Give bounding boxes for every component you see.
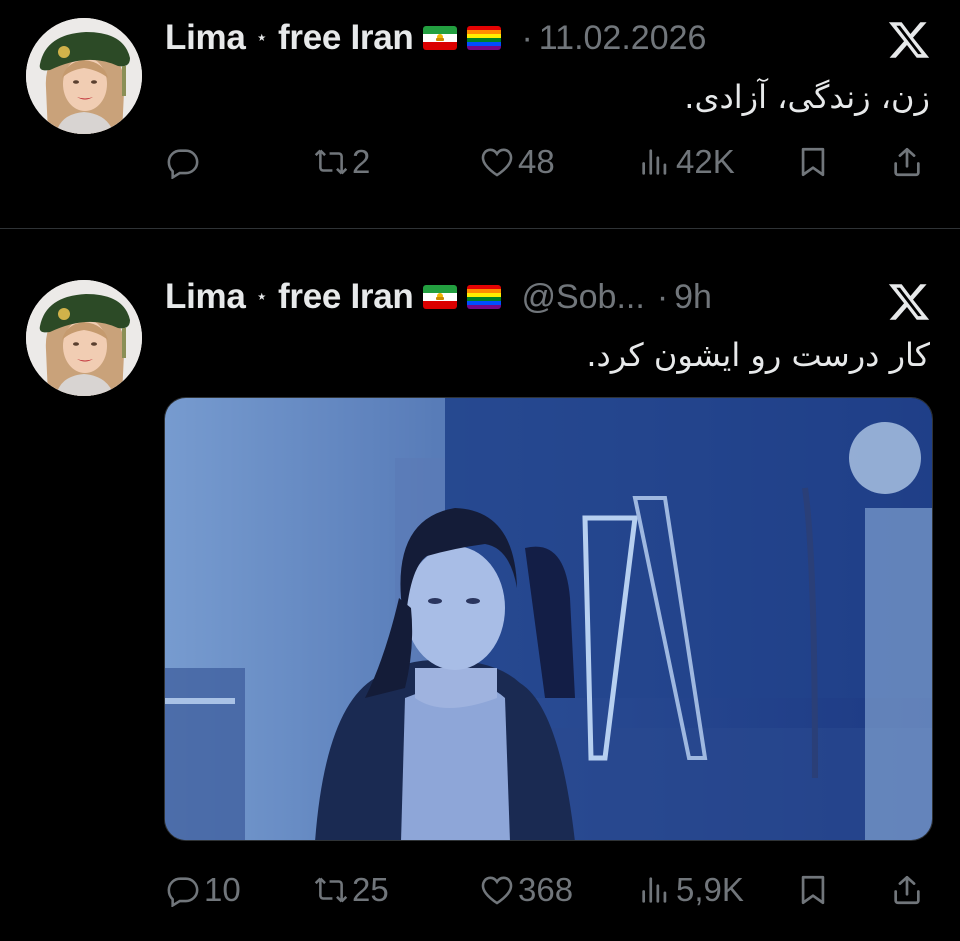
tweet-actions: 10 25 368 5,9K <box>160 866 935 914</box>
tweet-header: Lima ⋆ free Iran @Sob... · 9h <box>165 275 712 319</box>
bookmark-button[interactable] <box>796 866 830 914</box>
tweet-card[interactable]: Lima ⋆ free Iran @Sob... · 9h کار درست ر… <box>0 230 960 941</box>
video-thumbnail[interactable] <box>164 397 933 841</box>
views-bar-chart-icon <box>638 145 672 179</box>
retweet-icon <box>314 873 348 907</box>
tweet-timestamp[interactable]: 11.02.2026 <box>539 19 707 58</box>
like-button[interactable]: 368 <box>480 866 573 914</box>
video-frame-image <box>165 398 933 841</box>
retweet-count: 2 <box>352 143 371 180</box>
star-badge: ⋆ <box>255 26 269 49</box>
iran-lion-sun-flag-icon <box>423 285 457 309</box>
like-count: 368 <box>518 871 574 908</box>
tweet-text: زن، زندگی، آزادی. <box>684 78 930 116</box>
heart-icon <box>480 873 514 907</box>
tweet-header: Lima ⋆ free Iran · 11.02.2026 <box>165 16 706 60</box>
share-upload-icon <box>890 145 924 179</box>
tweet-actions: 2 48 42K <box>160 138 935 186</box>
tweet-text: کار درست رو ایشون کرد. <box>586 336 930 374</box>
author-name[interactable]: Lima <box>165 277 246 317</box>
retweet-icon <box>314 145 348 179</box>
views-count: 42K <box>676 143 735 180</box>
share-upload-icon <box>890 873 924 907</box>
avatar-image <box>26 18 142 134</box>
views-button[interactable]: 5,9K <box>638 866 744 914</box>
reply-bubble-icon <box>166 873 200 907</box>
views-count: 5,9K <box>676 871 744 908</box>
reply-count: 10 <box>204 871 241 908</box>
avatar[interactable] <box>26 18 142 134</box>
author-handle[interactable]: @Sob... <box>521 278 644 317</box>
bookmark-button[interactable] <box>796 138 830 186</box>
author-name[interactable]: Lima <box>165 18 246 58</box>
bookmark-icon <box>796 145 830 179</box>
retweet-button[interactable]: 25 <box>314 866 389 914</box>
retweet-count: 25 <box>352 871 389 908</box>
tweet-card[interactable]: Lima ⋆ free Iran · 11.02.2026 زن، زندگی،… <box>0 0 960 228</box>
author-name-suffix[interactable]: free Iran <box>278 18 414 58</box>
reply-button[interactable]: 10 <box>166 866 241 914</box>
like-count: 48 <box>518 143 555 180</box>
header-separator: · <box>521 18 533 57</box>
iran-lion-sun-flag-icon <box>423 26 457 50</box>
heart-icon <box>480 145 514 179</box>
x-logo-icon <box>886 280 932 324</box>
views-bar-chart-icon <box>638 873 672 907</box>
retweet-button[interactable]: 2 <box>314 138 370 186</box>
x-logo-icon <box>886 18 932 62</box>
bookmark-icon <box>796 873 830 907</box>
share-button[interactable] <box>890 138 924 186</box>
tweet-divider <box>0 228 960 229</box>
avatar-image <box>26 280 142 396</box>
rainbow-pride-flag-icon <box>467 285 501 309</box>
share-button[interactable] <box>890 866 924 914</box>
like-button[interactable]: 48 <box>480 138 555 186</box>
reply-button[interactable] <box>166 138 204 186</box>
reply-bubble-icon <box>166 145 200 179</box>
rainbow-pride-flag-icon <box>467 26 501 50</box>
tweet-timestamp[interactable]: 9h <box>674 278 712 317</box>
header-separator: · <box>656 277 669 316</box>
author-name-suffix[interactable]: free Iran <box>278 277 414 317</box>
star-badge: ⋆ <box>255 285 269 308</box>
avatar[interactable] <box>26 280 142 396</box>
views-button[interactable]: 42K <box>638 138 735 186</box>
